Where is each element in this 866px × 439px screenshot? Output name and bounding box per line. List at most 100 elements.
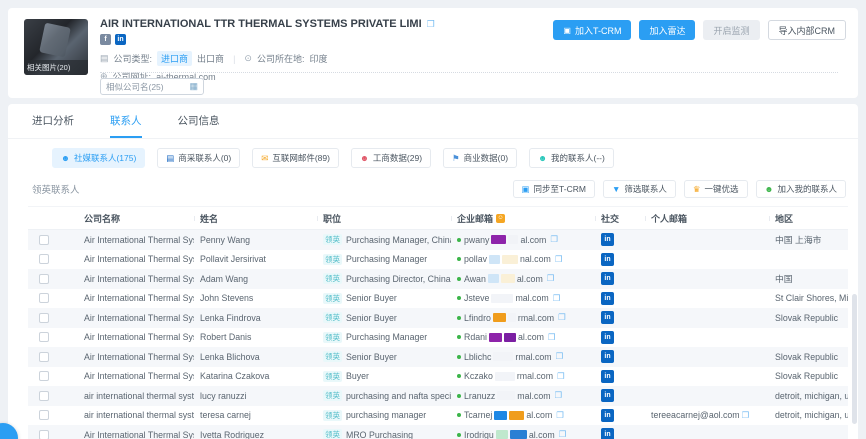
similar-company-calendar-icon[interactable]: ▦ — [189, 81, 198, 92]
job-title-text: Senior Buyer — [346, 313, 397, 323]
chip-social-contacts[interactable]: ☻ 社媒联系人(175) — [52, 148, 145, 168]
region-cell: 中国 上海市 — [769, 233, 848, 246]
row-checkbox[interactable] — [39, 371, 49, 381]
divider: | — [233, 54, 235, 64]
one-click-select-button[interactable]: ♛ 一键优选 — [684, 180, 748, 198]
linkedin-icon[interactable]: in — [115, 34, 126, 45]
facebook-icon[interactable]: f — [100, 34, 111, 45]
exporter-label[interactable]: 出口商 — [197, 52, 224, 65]
email-cell: Lfindrormal.com❐ — [451, 312, 595, 323]
email-mask — [493, 313, 506, 322]
checkbox-cell — [28, 332, 60, 342]
row-checkbox[interactable] — [39, 313, 49, 323]
filter-contacts-button[interactable]: ▼ 筛选联系人 — [603, 180, 676, 198]
tcrm-icon: ▣ — [563, 26, 571, 35]
linkedin-source-badge: 领英 — [323, 410, 342, 421]
email-prefix: Awan — [464, 274, 486, 284]
tool-label: 同步至T-CRM — [534, 183, 586, 195]
row-checkbox[interactable] — [39, 410, 49, 420]
copy-email-icon[interactable]: ❐ — [559, 429, 567, 439]
row-checkbox[interactable] — [39, 332, 49, 342]
copy-email-icon[interactable]: ❐ — [548, 332, 556, 343]
region-cell: Slovak Republic — [769, 371, 848, 381]
vertical-scrollbar[interactable] — [852, 294, 857, 424]
linkedin-icon[interactable]: in — [601, 233, 614, 246]
email-cell: Jstevemal.com❐ — [451, 293, 595, 304]
copy-email-icon[interactable]: ❐ — [547, 273, 555, 284]
copy-email-icon[interactable]: ❐ — [557, 371, 565, 382]
checkbox-cell — [28, 430, 60, 439]
tab-import-analysis[interactable]: 进口分析 — [32, 113, 74, 138]
table-toolbar: ▣ 同步至T-CRM ▼ 筛选联系人 ♛ 一键优选 ☻ 加入我的联系人 — [513, 180, 847, 198]
tab-company-info[interactable]: 公司信息 — [178, 113, 220, 138]
company-photo[interactable]: 相关图片(20) — [24, 19, 88, 75]
linkedin-icon[interactable]: in — [601, 389, 614, 402]
importer-badge[interactable]: 进口商 — [157, 51, 192, 66]
linkedin-source-badge: 领英 — [323, 273, 342, 284]
header-personal-email: 个人邮箱 — [645, 212, 769, 225]
contact-name-cell: Pollavit Jersirivat — [194, 254, 317, 264]
person-add-icon: ☻ — [765, 184, 774, 194]
linkedin-icon[interactable]: in — [601, 272, 614, 285]
row-checkbox[interactable] — [39, 254, 49, 264]
row-checkbox[interactable] — [39, 352, 49, 362]
linkedin-icon[interactable]: in — [601, 253, 614, 266]
social-cell: in — [595, 311, 645, 324]
contact-name-cell: teresa carnej — [194, 410, 317, 420]
header-company: 公司名称 — [60, 212, 194, 225]
row-checkbox[interactable] — [39, 391, 49, 401]
copy-personal-email-icon[interactable]: ❐ — [742, 410, 750, 421]
linkedin-icon[interactable]: in — [601, 370, 614, 383]
tab-contacts[interactable]: 联系人 — [110, 113, 142, 138]
similar-company-input[interactable]: 相似公司名(25) ▦ — [100, 78, 204, 95]
chip-label: 我的联系人(--) — [551, 152, 605, 164]
copy-email-icon[interactable]: ❐ — [556, 351, 564, 362]
chip-internet-emails[interactable]: ✉ 互联网邮件(89) — [252, 148, 339, 168]
region-cell: St Clair Shores, Michigan, ... — [769, 293, 848, 303]
add-radar-button[interactable]: 加入雷达 — [639, 20, 695, 40]
job-title-cell: 领英Senior Buyer — [317, 312, 451, 323]
row-checkbox[interactable] — [39, 235, 49, 245]
contact-name-cell: Katarina Czakova — [194, 371, 317, 381]
location-icon: ⊙ — [244, 53, 252, 64]
copy-email-icon[interactable]: ❐ — [556, 410, 564, 421]
job-title-text: MRO Purchasing — [346, 430, 413, 439]
linkedin-icon[interactable]: in — [601, 350, 614, 363]
chip-commercial-data[interactable]: ⚑ 商业数据(0) — [443, 148, 517, 168]
job-title-text: Senior Buyer — [346, 352, 397, 362]
copy-email-icon[interactable]: ❐ — [558, 312, 566, 323]
sync-tcrm-button[interactable]: ▣ 同步至T-CRM — [513, 180, 595, 198]
row-checkbox[interactable] — [39, 274, 49, 284]
copy-email-icon[interactable]: ❐ — [553, 293, 561, 304]
import-crm-button[interactable]: 导入内部CRM — [768, 20, 847, 40]
company-cell: Air International Thermal Systems — [60, 274, 194, 284]
copy-email-icon[interactable]: ❐ — [550, 234, 558, 245]
region-cell: Slovak Republic — [769, 313, 848, 323]
company-cell: air international thermal systems — [60, 410, 194, 420]
linkedin-icon[interactable]: in — [601, 292, 614, 305]
copy-email-icon[interactable]: ❐ — [555, 390, 563, 401]
company-header-card: 相关图片(20) AIR INTERNATIONAL TTR THERMAL S… — [8, 8, 858, 98]
copy-email-icon[interactable]: ❐ — [555, 254, 563, 265]
chip-procurement-contacts[interactable]: ▤ 商采联系人(0) — [157, 148, 240, 168]
header-name: 姓名 — [194, 212, 317, 225]
job-title-text: purchasing and nafta specialist — [346, 391, 451, 401]
row-checkbox[interactable] — [39, 293, 49, 303]
tool-label: 筛选联系人 — [624, 183, 667, 195]
row-checkbox[interactable] — [39, 430, 49, 439]
linkedin-icon[interactable]: in — [601, 428, 614, 439]
chip-business-registry[interactable]: ☻ 工商数据(29) — [351, 148, 431, 168]
linkedin-icon[interactable]: in — [601, 409, 614, 422]
start-monitor-button[interactable]: 开启监测 — [703, 20, 759, 40]
chip-my-contacts[interactable]: ☻ 我的联系人(--) — [529, 148, 614, 168]
trophy-icon: ♛ — [693, 184, 701, 195]
contact-name-cell: Ivetta Rodriguez — [194, 430, 317, 439]
copy-title-icon[interactable]: ❐ — [427, 19, 435, 30]
linkedin-icon[interactable]: in — [601, 331, 614, 344]
add-to-my-contacts-button[interactable]: ☻ 加入我的联系人 — [756, 180, 846, 198]
personal-email-text: tereeacarnej@aol.com — [651, 410, 740, 420]
email-suffix: al.com — [518, 332, 544, 342]
linkedin-icon[interactable]: in — [601, 311, 614, 324]
add-tcrm-button[interactable]: ▣ 加入T-CRM — [553, 20, 631, 40]
email-cell: Lranuzzmal.com❐ — [451, 390, 595, 401]
